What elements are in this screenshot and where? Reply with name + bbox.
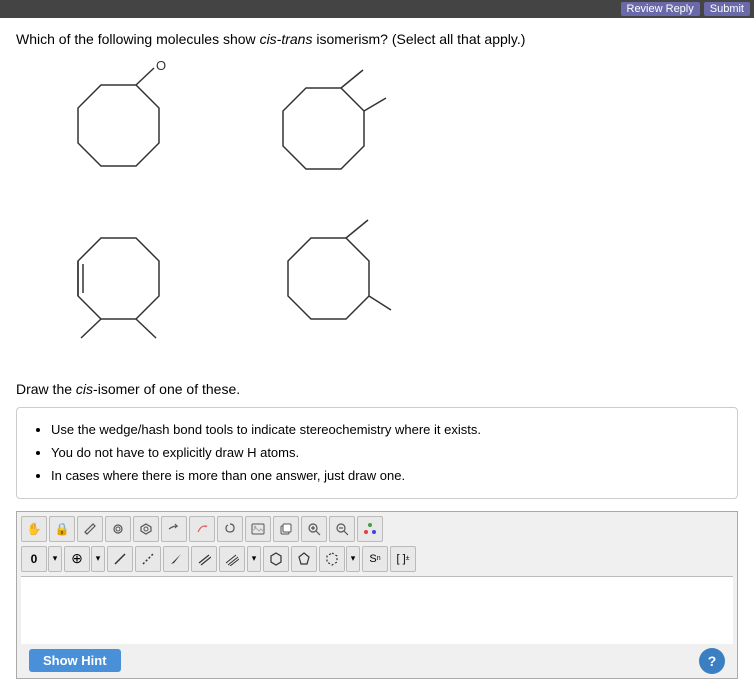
molecule-1-svg: O bbox=[41, 60, 201, 210]
hand-tool[interactable]: ✋ bbox=[21, 516, 47, 542]
ring-tool[interactable] bbox=[105, 516, 131, 542]
drawing-canvas[interactable] bbox=[21, 576, 733, 644]
dash-bond-tool[interactable] bbox=[135, 546, 161, 572]
zoom-in-tool[interactable] bbox=[301, 516, 327, 542]
bond-dropdown[interactable]: ▾ bbox=[247, 546, 261, 572]
question-mark-button[interactable]: ? bbox=[699, 648, 725, 674]
molecule-4-cell[interactable] bbox=[226, 210, 436, 365]
question-text: Which of the following molecules show ci… bbox=[16, 30, 738, 50]
question-text-after: isomerism? (Select all that apply.) bbox=[312, 31, 525, 47]
molecules-grid: O bbox=[16, 60, 436, 365]
open-ring-tool[interactable] bbox=[319, 546, 345, 572]
molecule-4-svg bbox=[251, 210, 411, 365]
color-tool[interactable] bbox=[357, 516, 383, 542]
svg-text:O: O bbox=[156, 58, 166, 73]
pentagon-tool[interactable] bbox=[291, 546, 317, 572]
molecule-3-cell[interactable] bbox=[16, 210, 226, 365]
single-bond-tool[interactable] bbox=[107, 546, 133, 572]
molecule-1-cell[interactable]: O bbox=[16, 60, 226, 210]
subscript-tool[interactable]: Sn bbox=[362, 546, 388, 572]
toolbar-area: ✋ 🔒 bbox=[16, 511, 738, 679]
molecule-2-svg bbox=[251, 60, 411, 210]
charge-dropdown[interactable]: ▾ bbox=[48, 546, 62, 572]
curved-arrow-tool[interactable] bbox=[189, 516, 215, 542]
draw-instruction: Draw the cis-isomer of one of these. bbox=[16, 381, 738, 397]
wedge-bond-tool[interactable] bbox=[163, 546, 189, 572]
molecule-2-cell[interactable] bbox=[226, 60, 436, 210]
question-text-before: Which of the following molecules show bbox=[16, 31, 260, 47]
pencil-tool[interactable] bbox=[77, 516, 103, 542]
copy-tool[interactable] bbox=[273, 516, 299, 542]
hint-item-2: You do not have to explicitly draw H ato… bbox=[51, 441, 723, 464]
zoom-out-tool[interactable] bbox=[329, 516, 355, 542]
draw-text-before: Draw the bbox=[16, 381, 76, 397]
review-reply-btn[interactable]: Review Reply bbox=[621, 2, 700, 16]
image-tool[interactable] bbox=[245, 516, 271, 542]
hex-ring-tool[interactable] bbox=[263, 546, 289, 572]
plus-btn[interactable]: ⊕ bbox=[64, 546, 90, 572]
show-hint-button[interactable]: Show Hint bbox=[29, 649, 121, 672]
question-italic: cis-trans bbox=[260, 31, 313, 47]
hint-list: Use the wedge/hash bond tools to indicat… bbox=[31, 418, 723, 488]
double-bond-tool[interactable] bbox=[191, 546, 217, 572]
draw-italic: cis bbox=[76, 381, 93, 397]
hint-item-1: Use the wedge/hash bond tools to indicat… bbox=[51, 418, 723, 441]
arrow-tool[interactable] bbox=[161, 516, 187, 542]
draw-text-after: -isomer of one of these. bbox=[93, 381, 240, 397]
top-bar: Review Reply Submit bbox=[0, 0, 754, 18]
molecule-3-svg bbox=[41, 210, 201, 365]
triple-bond-tool[interactable] bbox=[219, 546, 245, 572]
lock-tool[interactable]: 🔒 bbox=[49, 516, 75, 542]
submit-btn[interactable]: Submit bbox=[704, 2, 750, 16]
content-area: Which of the following molecules show ci… bbox=[0, 18, 754, 679]
lasso-tool[interactable] bbox=[217, 516, 243, 542]
toolbar-row-1: ✋ 🔒 bbox=[21, 516, 733, 542]
ring2-tool[interactable] bbox=[133, 516, 159, 542]
bracket-tool[interactable]: [ ]± bbox=[390, 546, 416, 572]
charge-zero-btn[interactable]: 0 bbox=[21, 546, 47, 572]
ring-dropdown[interactable]: ▾ bbox=[346, 546, 360, 572]
toolbar-row-2: 0 ▾ ⊕ ▾ bbox=[21, 546, 733, 572]
hint-item-3: In cases where there is more than one an… bbox=[51, 464, 723, 487]
bottom-row: Show Hint ? bbox=[21, 644, 733, 678]
hint-box: Use the wedge/hash bond tools to indicat… bbox=[16, 407, 738, 499]
plus-dropdown[interactable]: ▾ bbox=[91, 546, 105, 572]
